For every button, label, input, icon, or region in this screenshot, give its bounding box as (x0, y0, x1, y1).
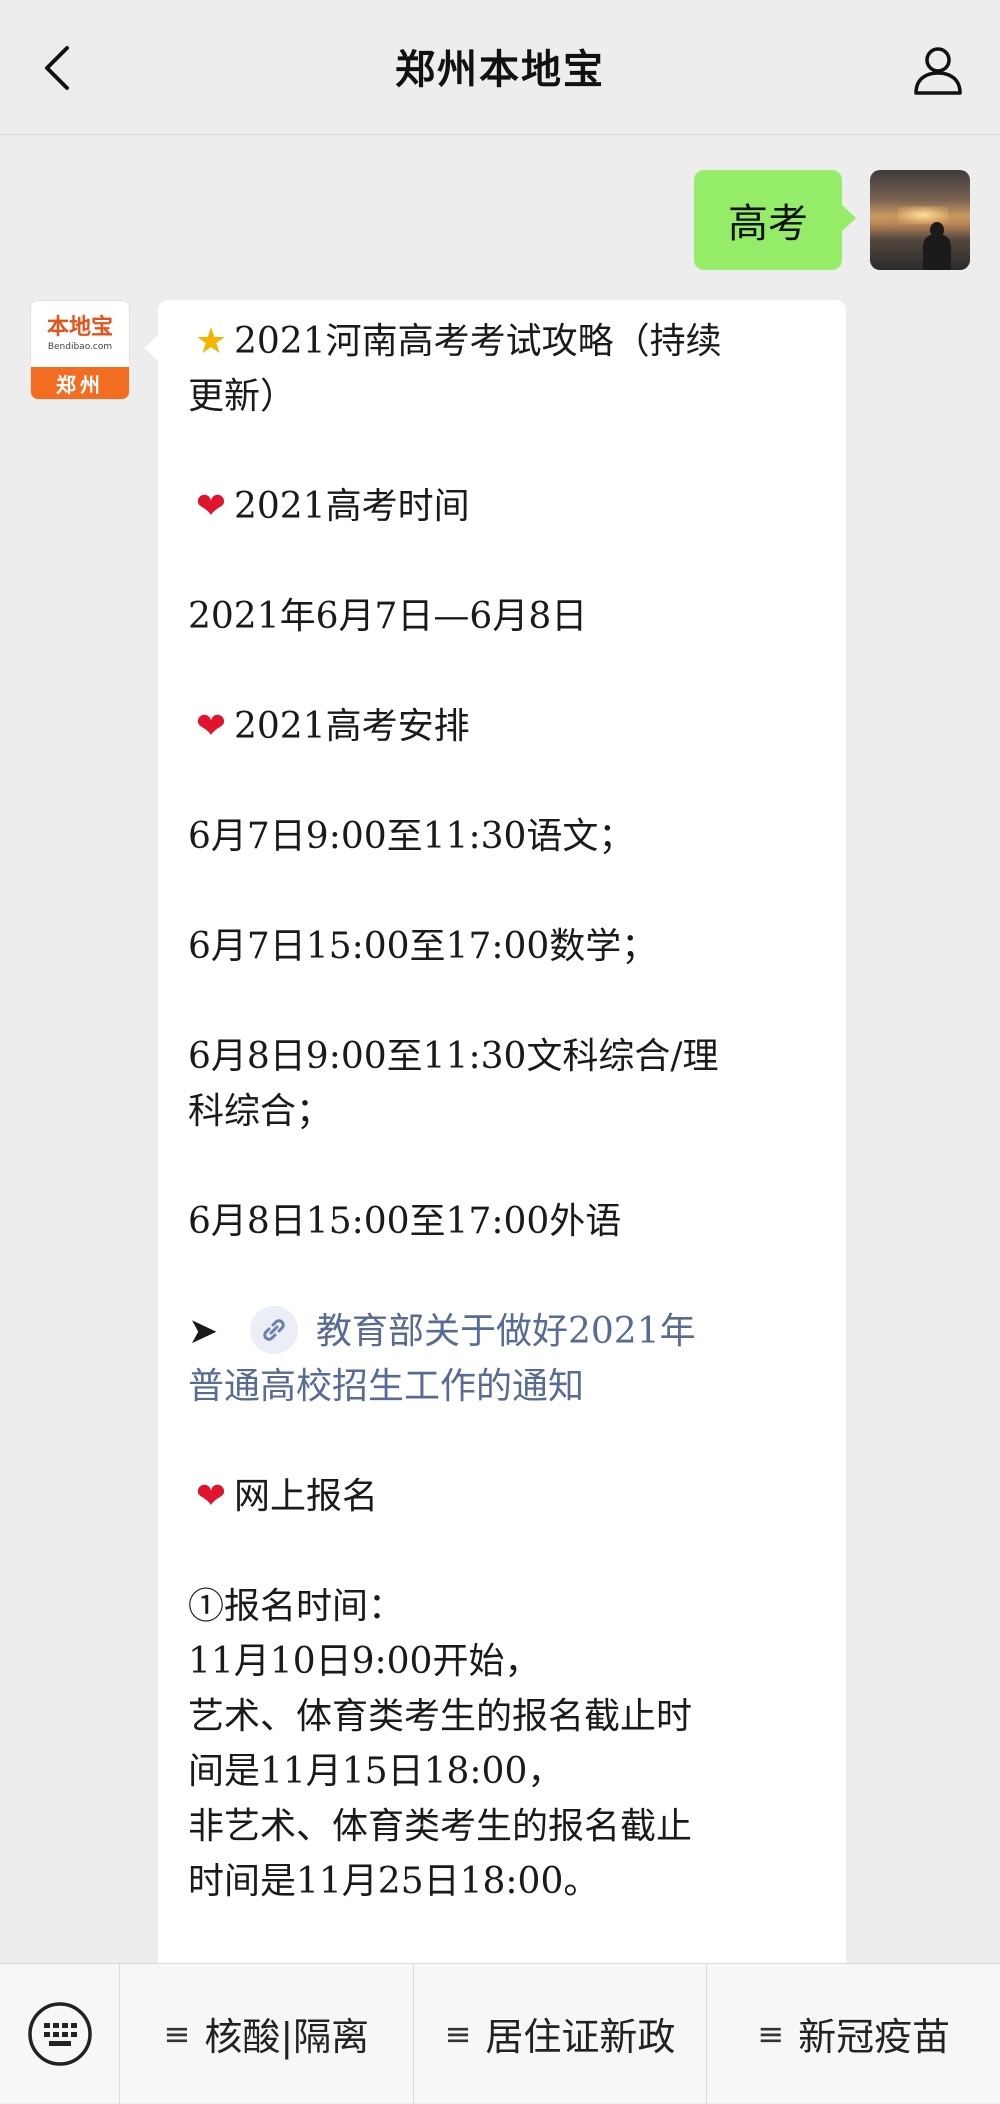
keyboard-icon (27, 2001, 92, 2066)
outgoing-message: 高考 (694, 170, 970, 270)
section-heading: 2021高考时间 (234, 486, 470, 527)
back-button[interactable] (28, 38, 88, 98)
menu-item-label: 居住证新政 (485, 2015, 676, 2059)
user-avatar[interactable] (870, 170, 970, 270)
menu-icon: ≡ (163, 2014, 191, 2053)
message-line: 6月8日15:00至17:00外语 (188, 1201, 622, 1242)
message-line: 艺术、体育类考生的报名截止时 (188, 1696, 693, 1737)
avatar-brand-name: 本地宝 (46, 315, 113, 340)
keyboard-button[interactable] (0, 1963, 120, 2104)
incoming-bubble[interactable]: ★ 2021河南高考考试攻略（持续 更新） ❤ 2021高考时间 2021年6月7日… (144, 300, 846, 1963)
menu-item-label: 核酸|隔离 (204, 2015, 370, 2059)
incoming-message: 本地宝 Bendibao.com 郑州 ★ 2021河南高考考试攻略（持续 更新）… (30, 300, 846, 1963)
menu-icon: ≡ (444, 2014, 472, 2053)
profile-button[interactable] (906, 38, 970, 102)
message-line: 6月7日9:00至11:30语文； (188, 816, 635, 857)
bottom-menu: ≡ 核酸|隔离 ≡ 居住证新政 ≡ 新冠疫苗 (0, 1963, 1000, 2104)
menu-item-label: 新冠疫苗 (798, 2015, 951, 2059)
figure-silhouette-body (923, 234, 951, 270)
message-line: ❤ 2021高考安排 (188, 699, 816, 754)
section-heading: 2021高考安排 (234, 706, 470, 747)
menu-item-nucleic-acid[interactable]: ≡ 核酸|隔离 (120, 1963, 414, 2104)
heart-icon: ❤ (195, 486, 227, 527)
article-link[interactable]: ➤ 教育部关于做好2021年 (188, 1304, 816, 1359)
outgoing-bubble[interactable]: 高考 (694, 170, 856, 270)
message-line: 2021年6月7日—6月8日 (188, 596, 588, 637)
avatar-logo-area: 本地宝 Bendibao.com (31, 301, 129, 367)
heart-icon: ❤ (195, 1476, 227, 1517)
message-line: 更新） (188, 376, 297, 417)
message-line: 非艺术、体育类考生的报名截止 (188, 1806, 693, 1847)
message-line: 11月10日9:00开始， (188, 1641, 541, 1682)
menu-item-residence-permit[interactable]: ≡ 居住证新政 (414, 1963, 708, 2104)
menu-icon: ≡ (757, 2014, 785, 2053)
link-text[interactable]: 普通高校招生工作的通知 (188, 1359, 816, 1414)
message-line: ★ 2021河南高考考试攻略（持续 (188, 314, 816, 369)
arrow-icon: ➤ (188, 1311, 219, 1352)
star-icon: ★ (194, 321, 228, 362)
heart-icon: ❤ (195, 706, 227, 747)
message-line: 6月8日9:00至11:30文科综合/理 (188, 1036, 719, 1077)
menu-item-vaccine[interactable]: ≡ 新冠疫苗 (707, 1964, 1000, 2104)
message-line: ❤ 2021高考时间 (188, 479, 816, 534)
link-icon (250, 1306, 298, 1354)
message-line: 科综合； (188, 1091, 333, 1132)
guide-title: 2021河南高考考试攻略（持续 (234, 321, 722, 362)
avatar-domain: Bendibao.com (47, 342, 113, 352)
section-heading: 网上报名 (234, 1476, 379, 1517)
link-text[interactable]: 教育部关于做好2021年 (316, 1311, 696, 1352)
person-icon (914, 47, 962, 95)
sunset-glow (898, 206, 948, 224)
chat-title: 郑州本地宝 (395, 47, 605, 93)
top-bar: 郑州本地宝 (0, 0, 1000, 135)
message-line: 间是11月15日18:00， (188, 1751, 564, 1792)
message-line: 时间是11月25日18:00。 (188, 1861, 600, 1902)
message-line: ①报名时间： (188, 1586, 405, 1627)
bendibao-avatar[interactable]: 本地宝 Bendibao.com 郑州 (30, 300, 130, 400)
avatar-city: 郑州 (31, 367, 129, 399)
chat-area[interactable]: 高考 本地宝 Bendibao.com 郑州 ★ 2021河南高考考试攻略（持续 … (0, 135, 1000, 1963)
message-line: ❤ 网上报名 (188, 1469, 816, 1524)
chevron-left-icon (45, 46, 69, 90)
message-line: 6月7日15:00至17:00数学； (188, 926, 658, 967)
